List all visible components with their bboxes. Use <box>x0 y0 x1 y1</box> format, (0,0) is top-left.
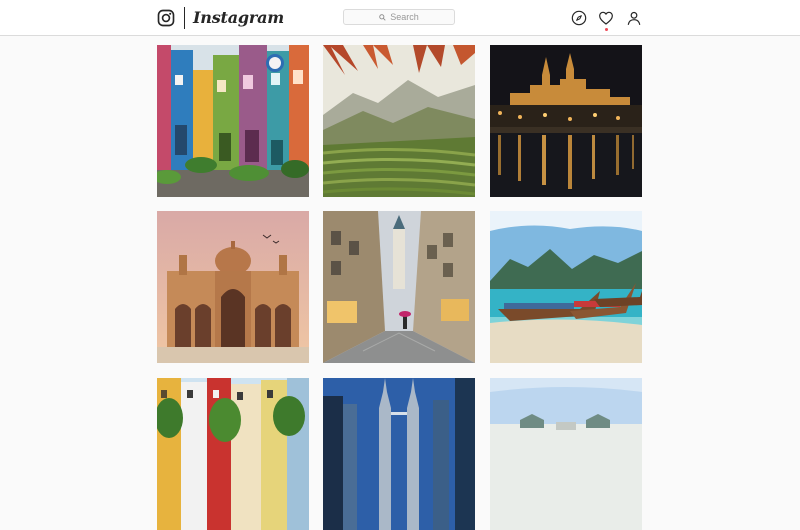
post-grid <box>0 0 800 530</box>
post-thumbnail-twin-towers[interactable] <box>323 378 475 530</box>
post-thumbnail-colorful-alley[interactable] <box>157 45 309 197</box>
post-thumbnail-longtail-boats[interactable] <box>490 211 642 363</box>
post-thumbnail-rainy-street[interactable] <box>323 211 475 363</box>
post-thumbnail-mausoleum-sunset[interactable] <box>157 211 309 363</box>
post-thumbnail-rice-terraces[interactable] <box>323 45 475 197</box>
post-thumbnail-castle-night[interactable] <box>490 45 642 197</box>
post-thumbnail-colorful-townhouses[interactable] <box>157 378 309 530</box>
post-thumbnail-white-palace[interactable] <box>490 378 642 530</box>
